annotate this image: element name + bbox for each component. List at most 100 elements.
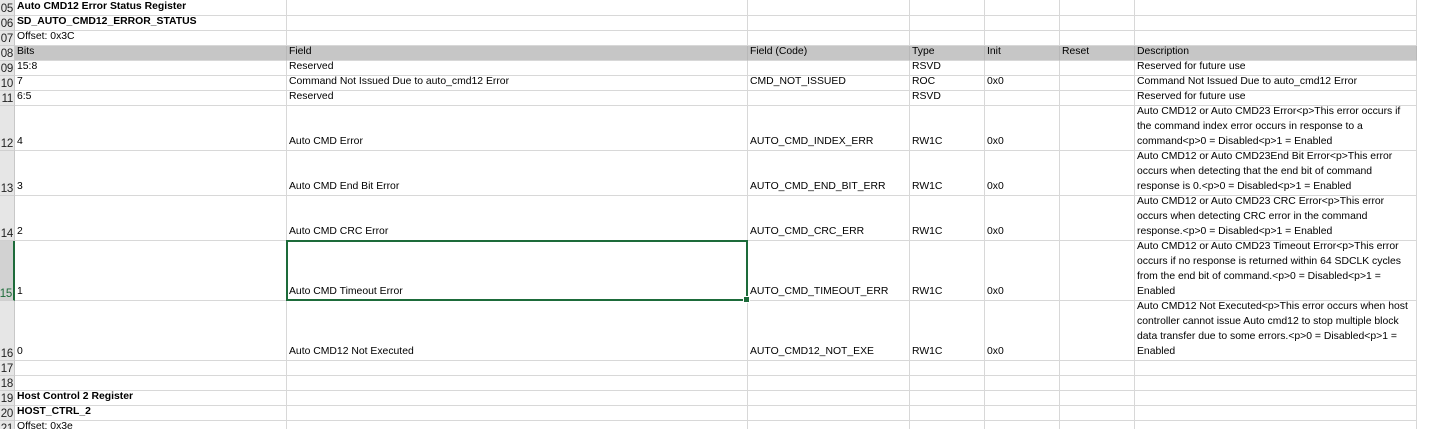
cell-reset[interactable]: [1060, 76, 1135, 91]
cell-init[interactable]: [985, 91, 1060, 106]
cell-field[interactable]: Auto CMD CRC Error: [287, 196, 748, 241]
row-header[interactable]: 15: [0, 241, 15, 301]
cell-bits[interactable]: 7: [15, 76, 287, 91]
cell-field[interactable]: [287, 31, 748, 46]
cell-field[interactable]: [287, 361, 748, 376]
cell-init[interactable]: 0x0: [985, 301, 1060, 361]
cell-reset[interactable]: [1060, 151, 1135, 196]
cell-type[interactable]: RW1C: [910, 196, 985, 241]
cell-init[interactable]: [985, 31, 1060, 46]
cell-bits[interactable]: 6:5: [15, 91, 287, 106]
cell-field[interactable]: [287, 421, 748, 429]
row-header[interactable]: 16: [0, 301, 15, 361]
cell-type[interactable]: RSVD: [910, 91, 985, 106]
cell-reset[interactable]: [1060, 196, 1135, 241]
cell-field[interactable]: Auto CMD12 Not Executed: [287, 301, 748, 361]
cell-init[interactable]: [985, 391, 1060, 406]
cell-field-code[interactable]: [748, 391, 910, 406]
cell-field-code[interactable]: AUTO_CMD_TIMEOUT_ERR: [748, 241, 910, 301]
cell-description[interactable]: [1135, 391, 1417, 406]
row-header[interactable]: 06: [0, 16, 15, 31]
cell-field-code[interactable]: [748, 421, 910, 429]
column-header-field-code[interactable]: Field (Code): [748, 46, 910, 61]
cell-description[interactable]: Auto CMD12 or Auto CMD23 Error<p>This er…: [1135, 106, 1417, 151]
cell-reset[interactable]: [1060, 31, 1135, 46]
cell-reset[interactable]: [1060, 61, 1135, 76]
row-header[interactable]: 09: [0, 61, 15, 76]
row-header[interactable]: 08: [0, 46, 15, 61]
cell-init[interactable]: 0x0: [985, 241, 1060, 301]
cell-init[interactable]: [985, 16, 1060, 31]
cell-bits[interactable]: Offset: 0x3C: [15, 31, 287, 46]
cell-bits[interactable]: 2: [15, 196, 287, 241]
cell-type[interactable]: RW1C: [910, 106, 985, 151]
cell-field-code[interactable]: [748, 16, 910, 31]
cell-field-code[interactable]: [748, 31, 910, 46]
row-header[interactable]: 17: [0, 361, 15, 376]
cell-type[interactable]: [910, 391, 985, 406]
cell-init[interactable]: 0x0: [985, 76, 1060, 91]
cell-reset[interactable]: [1060, 241, 1135, 301]
cell-field[interactable]: [287, 16, 748, 31]
column-header-type[interactable]: Type: [910, 46, 985, 61]
cell-reset[interactable]: [1060, 376, 1135, 391]
cell-field-code[interactable]: AUTO_CMD12_NOT_EXE: [748, 301, 910, 361]
row-header[interactable]: 18: [0, 376, 15, 391]
cell-init[interactable]: 0x0: [985, 151, 1060, 196]
cell-field[interactable]: Auto CMD End Bit Error: [287, 151, 748, 196]
cell-description[interactable]: Auto CMD12 Not Executed<p>This error occ…: [1135, 301, 1417, 361]
column-header-reset[interactable]: Reset: [1060, 46, 1135, 61]
cell-description[interactable]: [1135, 31, 1417, 46]
cell-field[interactable]: Auto CMD Timeout Error: [287, 241, 748, 301]
cell-type[interactable]: [910, 0, 985, 16]
cell-description[interactable]: [1135, 16, 1417, 31]
cell-init[interactable]: [985, 0, 1060, 16]
cell-description[interactable]: [1135, 361, 1417, 376]
row-header[interactable]: 05: [0, 0, 15, 16]
cell-init[interactable]: [985, 376, 1060, 391]
row-header[interactable]: 14: [0, 196, 15, 241]
column-header-field[interactable]: Field: [287, 46, 748, 61]
cell-bits[interactable]: Offset: 0x3e: [15, 421, 287, 429]
cell-reset[interactable]: [1060, 361, 1135, 376]
cell-type[interactable]: RW1C: [910, 151, 985, 196]
cell-type[interactable]: RW1C: [910, 301, 985, 361]
cell-description[interactable]: Auto CMD12 or Auto CMD23End Bit Error<p>…: [1135, 151, 1417, 196]
cell-field-code[interactable]: [748, 61, 910, 76]
cell-init[interactable]: 0x0: [985, 106, 1060, 151]
cell-reset[interactable]: [1060, 91, 1135, 106]
cell-init[interactable]: [985, 61, 1060, 76]
cell-type[interactable]: RW1C: [910, 241, 985, 301]
cell-type[interactable]: [910, 361, 985, 376]
row-header[interactable]: 11: [0, 91, 15, 106]
cell-field-code[interactable]: [748, 91, 910, 106]
cell-description[interactable]: [1135, 421, 1417, 429]
cell-type[interactable]: [910, 376, 985, 391]
column-header-init[interactable]: Init: [985, 46, 1060, 61]
column-header-bits[interactable]: Bits: [15, 46, 287, 61]
cell-field-code[interactable]: [748, 406, 910, 421]
cell-field[interactable]: Auto CMD Error: [287, 106, 748, 151]
cell-field[interactable]: Command Not Issued Due to auto_cmd12 Err…: [287, 76, 748, 91]
cell-field-code[interactable]: [748, 0, 910, 16]
cell-type[interactable]: [910, 421, 985, 429]
cell-bits[interactable]: 0: [15, 301, 287, 361]
cell-field[interactable]: [287, 391, 748, 406]
cell-description[interactable]: Reserved for future use: [1135, 91, 1417, 106]
cell-description[interactable]: [1135, 0, 1417, 16]
row-header[interactable]: 10: [0, 76, 15, 91]
cell-bits[interactable]: 15:8: [15, 61, 287, 76]
cell-field-code[interactable]: [748, 361, 910, 376]
cell-field[interactable]: [287, 0, 748, 16]
column-header-description[interactable]: Description: [1135, 46, 1417, 61]
cell-init[interactable]: [985, 361, 1060, 376]
cell-field-code[interactable]: AUTO_CMD_INDEX_ERR: [748, 106, 910, 151]
cell-description[interactable]: [1135, 406, 1417, 421]
cell-field[interactable]: [287, 406, 748, 421]
spreadsheet-grid[interactable]: 05 Auto CMD12 Error Status Register 06 SD_A…: [0, 0, 1437, 429]
cell-field[interactable]: Reserved: [287, 91, 748, 106]
cell-reset[interactable]: [1060, 0, 1135, 16]
cell-field-code[interactable]: AUTO_CMD_CRC_ERR: [748, 196, 910, 241]
cell-bits[interactable]: 4: [15, 106, 287, 151]
cell-reset[interactable]: [1060, 421, 1135, 429]
